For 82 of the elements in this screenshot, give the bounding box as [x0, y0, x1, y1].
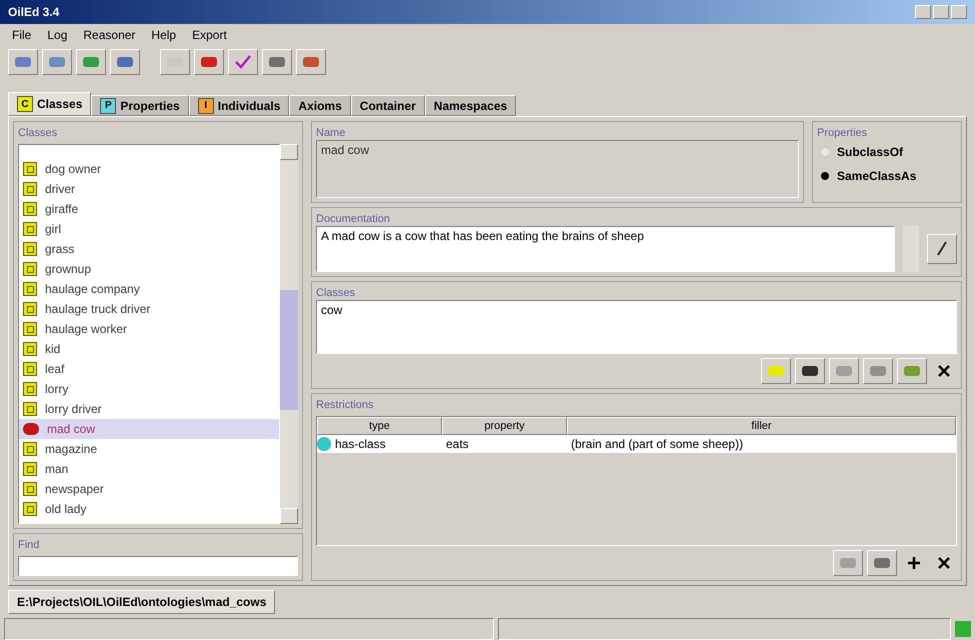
class-item[interactable]: haulage worker — [19, 319, 279, 339]
class-icon — [23, 482, 37, 496]
class-icon — [23, 502, 37, 516]
menu-item[interactable]: Log — [47, 26, 68, 44]
menu-item[interactable]: Help — [151, 26, 176, 44]
class-item[interactable]: grownup — [19, 259, 279, 279]
class-icon — [23, 242, 37, 256]
class-item[interactable]: giraffe — [19, 199, 279, 219]
class-item[interactable]: man — [19, 459, 279, 479]
table-cell-text: (brain and (part of some sheep)) — [570, 436, 744, 453]
class-icon — [23, 162, 37, 176]
restriction-icon — [317, 437, 331, 451]
class-icon — [23, 442, 37, 456]
class-icon — [23, 382, 37, 396]
group-title: Documentation — [316, 212, 391, 226]
tab[interactable]: Namespaces — [424, 95, 516, 116]
tab-icon: P — [100, 98, 116, 114]
class-item[interactable]: haulage company — [19, 279, 279, 299]
class-item[interactable]: haulage truck driver — [19, 299, 279, 319]
class-icon — [23, 282, 37, 296]
class-item[interactable]: newspaper — [19, 479, 279, 499]
radio-button[interactable] — [821, 172, 829, 180]
class-icon — [23, 362, 37, 376]
class-icon — [23, 182, 37, 196]
defined-class-icon — [23, 423, 39, 435]
close-icon — [937, 556, 951, 570]
scrollbar[interactable] — [280, 144, 298, 524]
find-field[interactable] — [18, 556, 298, 576]
group-title: Classes — [316, 286, 356, 300]
group-title: Name — [316, 126, 346, 140]
class-item[interactable]: mad cow — [19, 419, 279, 439]
tab-icon: C — [17, 96, 33, 112]
pen-icon — [935, 241, 949, 257]
radio-label: SubclassOf — [837, 144, 904, 161]
group-title: Restrictions — [316, 398, 374, 412]
tab[interactable]: C Classes — [8, 92, 92, 116]
tab[interactable]: I Individuals — [188, 95, 290, 116]
documentation-field[interactable]: A mad cow is a cow that has been eating the brains of sheep — [316, 226, 895, 272]
class-icon — [23, 302, 37, 316]
class-item[interactable]: lorry — [19, 379, 279, 399]
column-header[interactable]: type — [317, 417, 442, 435]
class-icon — [23, 322, 37, 336]
group-title: Classes — [18, 126, 58, 140]
column-header[interactable]: property — [442, 417, 567, 435]
menu-item[interactable]: Export — [192, 26, 227, 44]
class-item[interactable]: girl — [19, 219, 279, 239]
class-icon — [23, 402, 37, 416]
group-title: Find — [18, 538, 40, 552]
radio-button[interactable] — [821, 148, 829, 156]
tab-icon: I — [198, 98, 214, 114]
menu-item[interactable]: File — [12, 26, 32, 44]
tab[interactable]: Container — [350, 95, 425, 116]
plus-icon — [907, 556, 921, 570]
class-icon — [23, 202, 37, 216]
column-header[interactable]: filler — [567, 417, 956, 435]
group-title: Properties — [817, 126, 868, 140]
window-title: OilEd 3.4 — [8, 4, 60, 21]
table-cell-text: eats — [445, 436, 470, 453]
class-item[interactable]: driver — [19, 179, 279, 199]
close-icon — [937, 364, 951, 378]
class-item[interactable]: dog owner — [19, 159, 279, 179]
class-icon — [23, 222, 37, 236]
tab[interactable]: P Properties — [91, 95, 189, 116]
table-cell-text: has-class — [335, 436, 386, 453]
class-item[interactable]: magazine — [19, 439, 279, 459]
class-item[interactable]: leaf — [19, 359, 279, 379]
class-icon — [23, 462, 37, 476]
edit-button[interactable] — [927, 234, 957, 264]
class-item[interactable]: kid — [19, 339, 279, 359]
class-item[interactable]: grass — [19, 239, 279, 259]
file-tab[interactable]: E:\Projects\OIL\OilEd\ontologies\mad_cows — [8, 590, 276, 614]
menu-item[interactable]: Reasoner — [83, 26, 136, 44]
class-item[interactable]: lorry driver — [19, 399, 279, 419]
classes-field[interactable]: cow — [316, 300, 957, 354]
check-icon[interactable] — [228, 49, 258, 75]
status-light-icon — [955, 621, 971, 637]
name-field[interactable]: mad cow — [316, 140, 799, 198]
class-icon — [23, 342, 37, 356]
radio-label: SameClassAs — [837, 168, 916, 185]
tab[interactable]: Axioms — [289, 95, 351, 116]
class-icon — [23, 262, 37, 276]
class-item[interactable]: old lady — [19, 499, 279, 519]
